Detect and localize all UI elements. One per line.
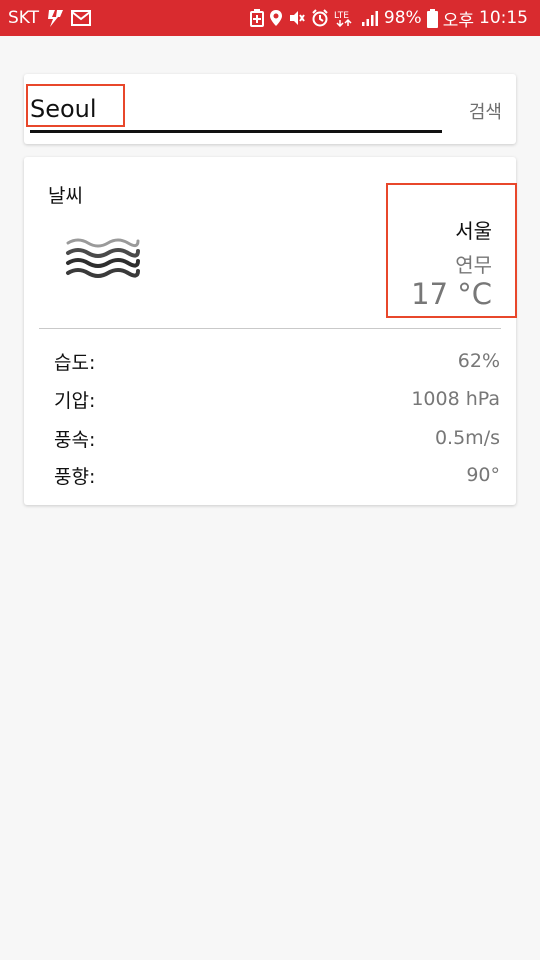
wind-speed-value: 0.5m/s: [434, 427, 500, 449]
battery-icon: [426, 8, 438, 28]
carrier-label: SKT: [8, 8, 40, 28]
wind-direction-label: 풍향:: [54, 465, 96, 488]
location-icon: [269, 9, 283, 27]
lte-icon: LTE: [334, 9, 356, 27]
wind-direction-value: 90°: [466, 464, 500, 486]
battery-percent: 98%: [383, 8, 422, 28]
wind-speed-row: 풍속: 0.5m/s: [54, 423, 500, 453]
status-bar-right: LTE 98% 오후 10:15: [249, 6, 528, 31]
temperature: 17 °C: [411, 277, 492, 311]
search-button[interactable]: 검색: [469, 98, 502, 124]
weather-condition: 연무: [455, 253, 492, 277]
weather-card: 날씨 서울 연무 17 °C 습도: 62% 기압: 1008 hPa 풍속: …: [24, 157, 516, 505]
wind-direction-row: 풍향: 90°: [54, 460, 500, 490]
humidity-row: 습도: 62%: [54, 346, 500, 376]
mail-icon: [71, 10, 92, 26]
wind-speed-label: 풍속:: [54, 428, 96, 451]
mute-icon: [288, 9, 306, 27]
fog-icon: [62, 235, 144, 285]
flash-icon: [45, 8, 65, 28]
search-card: 검색: [24, 74, 516, 144]
weather-card-title: 날씨: [48, 185, 83, 207]
ampm-label: 오후: [442, 10, 474, 31]
humidity-value: 62%: [457, 350, 500, 372]
humidity-label: 습도:: [54, 351, 96, 374]
pressure-label: 기압:: [54, 389, 96, 412]
status-bar-left: SKT: [8, 8, 92, 28]
divider: [39, 328, 501, 329]
city-name: 서울: [455, 219, 492, 243]
signal-icon: [361, 9, 379, 27]
clock-time: 10:15: [479, 8, 528, 28]
city-search-input[interactable]: [30, 88, 442, 133]
status-bar: SKT LTE 98% 오후 10:15: [0, 0, 540, 36]
battery-saver-icon: [249, 9, 264, 27]
pressure-row: 기압: 1008 hPa: [54, 384, 500, 414]
pressure-value: 1008 hPa: [411, 388, 500, 410]
alarm-icon: [311, 9, 329, 27]
svg-text:LTE: LTE: [334, 11, 349, 21]
